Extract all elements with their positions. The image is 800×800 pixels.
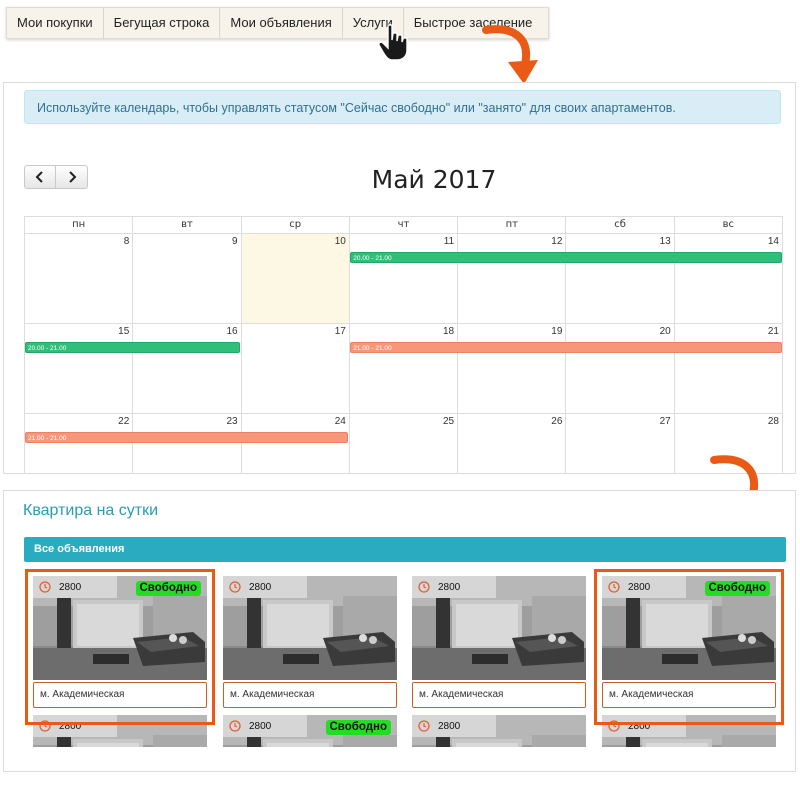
day-cell[interactable]: 15 <box>25 324 134 414</box>
week-row: 22 23 24 25 26 27 28 21.00 - 21.00 <box>24 414 783 474</box>
clock-icon <box>229 720 241 732</box>
weekday-0: пн <box>25 217 134 234</box>
day-cell[interactable]: 10 <box>241 234 350 324</box>
day-number: 15 <box>118 326 130 337</box>
day-cell[interactable]: 14 <box>674 234 783 324</box>
day-number: 24 <box>334 416 346 427</box>
weekday-header: пн вт ср чт пт сб вс <box>24 216 783 234</box>
calendar-event-busy[interactable]: 21.00 - 21.00 <box>350 342 782 353</box>
day-cell[interactable]: 21 <box>674 324 783 414</box>
listing-address: м. Академическая <box>412 682 586 708</box>
clock-icon <box>418 720 430 732</box>
listing-photo: 2800 <box>412 715 586 747</box>
listing-photo: 2800 <box>223 576 397 680</box>
day-cell[interactable]: 9 <box>133 234 242 324</box>
day-cell[interactable]: 26 <box>458 414 567 474</box>
hand-cursor-icon <box>378 24 408 61</box>
listing-photo: 2800 <box>412 576 586 680</box>
weekday-1: вт <box>133 217 242 234</box>
day-number: 12 <box>551 236 563 247</box>
day-number: 18 <box>443 326 455 337</box>
top-nav: Мои покупки Бегущая строка Мои объявлени… <box>6 7 550 39</box>
day-cell[interactable]: 22 <box>25 414 134 474</box>
day-cell[interactable]: 17 <box>241 324 350 414</box>
calendar-event-free[interactable]: 20.00 - 21.00 <box>25 342 240 353</box>
day-number: 14 <box>767 236 779 247</box>
price-tag: 2800 <box>412 576 496 598</box>
day-number: 19 <box>551 326 563 337</box>
day-cell[interactable]: 11 <box>349 234 459 324</box>
day-number: 16 <box>226 326 238 337</box>
nav-ticker[interactable]: Бегущая строка <box>104 8 221 38</box>
day-number: 13 <box>659 236 671 247</box>
listings-title: Квартира на сутки <box>23 502 159 519</box>
day-number: 9 <box>232 236 238 247</box>
listing-price: 2800 <box>249 581 272 593</box>
calendar-info-alert: Используйте календарь, чтобы управлять с… <box>24 90 781 124</box>
listing-card[interactable]: 2800 м. Академическая <box>223 576 397 708</box>
listing-card[interactable]: 2800 <box>412 715 586 747</box>
day-number: 25 <box>443 416 455 427</box>
weekday-2: ср <box>241 217 350 234</box>
day-cell[interactable]: 8 <box>25 234 134 324</box>
price-tag: 2800 <box>412 715 496 737</box>
day-cell[interactable]: 23 <box>133 414 242 474</box>
day-cell[interactable]: 20 <box>566 324 675 414</box>
calendar-panel: Используйте календарь, чтобы управлять с… <box>3 82 796 474</box>
status-badge: Свободно <box>325 720 391 735</box>
weekday-3: чт <box>349 217 459 234</box>
all-listings-bar[interactable]: Все объявления <box>24 537 786 562</box>
day-cell[interactable]: 12 <box>458 234 567 324</box>
day-cell[interactable]: 18 <box>349 324 459 414</box>
calendar-grid: пн вт ср чт пт сб вс 8 9 10 11 12 13 14 20.00 - 21.00… <box>24 216 783 474</box>
day-cell[interactable]: 24 <box>241 414 350 474</box>
month-title: Май 2017 <box>371 165 497 194</box>
day-number: 11 <box>443 236 455 247</box>
weekday-5: сб <box>566 217 675 234</box>
listing-address: м. Академическая <box>223 682 397 708</box>
day-number: 26 <box>551 416 563 427</box>
price-tag: 2800 <box>223 715 307 737</box>
curved-arrow-icon <box>482 25 538 84</box>
listing-price: 2800 <box>249 720 272 732</box>
clock-icon <box>229 581 241 593</box>
nav-my-ads[interactable]: Мои объявления <box>220 8 343 38</box>
week-row: 15 16 17 18 19 20 21 20.00 - 21.00 21.00 - 21.00 <box>24 324 783 414</box>
calendar-event-free[interactable]: 20.00 - 21.00 <box>350 252 782 263</box>
day-cell[interactable]: 16 <box>133 324 242 414</box>
day-cell[interactable]: 25 <box>349 414 459 474</box>
day-number: 17 <box>334 326 346 337</box>
listing-card[interactable]: 2800 Свободно <box>223 715 397 747</box>
weekday-6: вс <box>674 217 783 234</box>
day-number: 8 <box>123 236 130 247</box>
day-number: 21 <box>767 326 779 337</box>
day-cell[interactable]: 19 <box>458 324 567 414</box>
listing-price: 2800 <box>438 720 461 732</box>
highlight-frame <box>25 569 215 725</box>
day-number: 10 <box>334 236 346 247</box>
listings-panel: Квартира на сутки Все объявления 2800 Сво… <box>3 490 796 772</box>
day-cell[interactable]: 13 <box>566 234 675 324</box>
listing-photo: 2800 Свободно <box>223 715 397 747</box>
highlight-frame <box>594 569 784 725</box>
nav-my-purchases[interactable]: Мои покупки <box>7 8 104 38</box>
day-cell[interactable]: 27 <box>566 414 675 474</box>
price-tag: 2800 <box>223 576 307 598</box>
listing-card[interactable]: 2800 м. Академическая <box>412 576 586 708</box>
day-number: 28 <box>767 416 779 427</box>
listing-price: 2800 <box>438 581 461 593</box>
calendar-event-busy[interactable]: 21.00 - 21.00 <box>25 432 349 443</box>
day-number: 22 <box>118 416 130 427</box>
day-number: 27 <box>659 416 671 427</box>
day-number: 23 <box>226 416 238 427</box>
clock-icon <box>418 581 430 593</box>
day-number: 20 <box>659 326 671 337</box>
week-row: 8 9 10 11 12 13 14 20.00 - 21.00 <box>24 234 783 324</box>
weekday-4: пт <box>458 217 567 234</box>
